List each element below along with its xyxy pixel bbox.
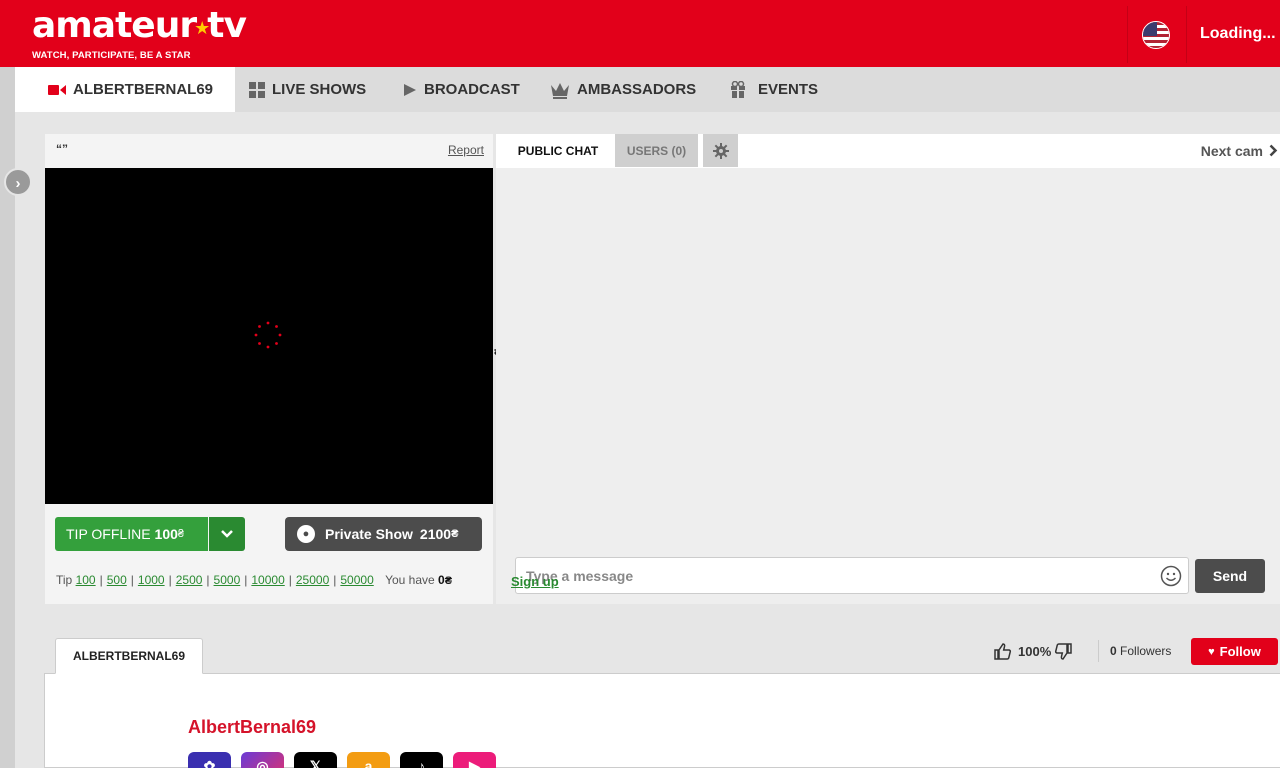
quick-tip-row: Tip 100 | 500 | 1000 | 2500 | 5000 | 10000 | 25000 | 5…	[56, 573, 453, 587]
quick-tip-link[interactable]: 1000	[138, 573, 165, 587]
coin-icon: ₴	[444, 575, 453, 587]
tip-panel: TIP OFFLINE 100 ₴ ● Private Show 2100 ₴ Ti…	[45, 504, 493, 604]
tip-dropdown-button[interactable]	[209, 517, 245, 551]
video-camera-icon	[48, 84, 66, 96]
followers-number: 0	[1110, 644, 1117, 658]
header-divider	[1127, 6, 1128, 63]
next-cam-button[interactable]: Next cam	[1201, 134, 1280, 167]
tip-prefix: Tip	[56, 573, 73, 587]
nav-item-live-shows[interactable]: LIVE SHOWS	[249, 67, 366, 112]
chevron-right-icon	[1269, 144, 1278, 157]
follow-label: Follow	[1219, 644, 1261, 659]
main-nav: ALBERTBERNAL69 LIVE SHOWS BROADCAST AMBA…	[15, 67, 1280, 112]
tab-public-chat[interactable]: PUBLIC CHAT	[506, 134, 610, 167]
nav-item-label: EVENTS	[758, 81, 819, 98]
nav-item-label: ALBERTBERNAL69	[73, 81, 214, 98]
quick-tip-link[interactable]: 100	[76, 573, 96, 587]
balance-label: You have	[385, 573, 435, 587]
chat-settings-button[interactable]	[703, 134, 738, 167]
tip-amount: 100	[154, 526, 178, 542]
video-player[interactable]	[45, 168, 493, 504]
balance-value: 0	[438, 573, 445, 587]
rating-value: 100%	[1018, 643, 1052, 659]
nav-item-broadcast[interactable]: BROADCAST	[403, 67, 520, 112]
settings-icon[interactable]: ✿	[188, 752, 231, 768]
followers-count: 0 Followers	[1110, 644, 1171, 658]
heart-icon: ♥	[1208, 645, 1215, 658]
logo-text-tv: tv	[207, 5, 247, 46]
social-links: ✿ ◎ 𝕏 a ♪ ▶	[188, 752, 496, 768]
us-flag-icon[interactable]	[1142, 21, 1170, 49]
coin-icon: ₴	[451, 528, 459, 540]
instagram-icon[interactable]: ◎	[241, 752, 284, 768]
tiktok-icon[interactable]: ♪	[400, 752, 443, 768]
quick-tip-link[interactable]: 500	[107, 573, 127, 587]
nav-item-events[interactable]: EVENTS	[730, 67, 818, 112]
tab-users[interactable]: USERS (0)	[615, 134, 698, 167]
followers-label: Followers	[1120, 644, 1172, 658]
nav-item-label: LIVE SHOWS	[272, 81, 367, 98]
nav-item-label: BROADCAST	[424, 81, 520, 98]
user-loading-text[interactable]: Loading...	[1200, 25, 1276, 43]
thumbs-down-icon[interactable]	[1054, 642, 1073, 661]
send-button[interactable]: Send	[1195, 559, 1265, 593]
chevron-down-icon	[221, 530, 233, 538]
x-icon[interactable]: 𝕏	[294, 752, 337, 768]
emoji-icon[interactable]	[1160, 565, 1182, 587]
nav-item-label: AMBASSADORS	[577, 81, 697, 98]
chevron-right-icon[interactable]: ›	[4, 168, 32, 196]
quick-tip-link[interactable]: 25000	[296, 573, 329, 587]
profile-name: AlbertBernal69	[188, 717, 317, 737]
logo-text: amateur	[32, 5, 197, 46]
report-link[interactable]: Report	[448, 143, 484, 157]
chat-messages-area: Type a message Send	[496, 168, 1280, 604]
private-chat-icon: ●	[297, 525, 315, 543]
coin-icon: ₴	[177, 528, 185, 540]
private-show-label: Private Show	[325, 526, 413, 542]
stream-title: “”	[56, 142, 68, 156]
loading-spinner-icon	[254, 321, 282, 349]
chat-tabs: PUBLIC CHAT USERS (0) Next cam	[496, 134, 1280, 168]
private-show-amount: 2100	[419, 526, 452, 542]
star-icon: ★	[194, 18, 210, 39]
video-header: “” Report	[45, 134, 493, 168]
header-divider	[1186, 6, 1187, 63]
thumbs-up-icon[interactable]	[993, 642, 1012, 661]
divider	[1098, 640, 1099, 662]
quick-tip-link[interactable]: 50000	[340, 573, 373, 587]
tip-button[interactable]: TIP OFFLINE 100 ₴	[55, 517, 208, 551]
nav-item-ambassadors[interactable]: AMBASSADORS	[550, 67, 696, 112]
rating: 100%	[993, 639, 1073, 663]
quick-tip-link[interactable]: 2500	[176, 573, 203, 587]
tab-profile[interactable]: ALBERTBERNAL69	[55, 638, 203, 674]
next-cam-label: Next cam	[1200, 142, 1263, 159]
crown-icon	[550, 81, 570, 99]
quick-tip-link[interactable]: 10000	[251, 573, 284, 587]
follow-button[interactable]: ♥ Follow	[1191, 638, 1278, 665]
gift-icon	[730, 81, 746, 98]
logo-tagline: WATCH, PARTICIPATE, BE A STAR	[32, 50, 191, 61]
private-show-button[interactable]: ● Private Show 2100 ₴	[285, 517, 482, 551]
signup-link[interactable]: Sign up	[511, 574, 559, 589]
nav-item-profile[interactable]: ALBERTBERNAL69	[15, 67, 235, 112]
chat-input[interactable]: Type a message	[515, 557, 1189, 594]
gear-icon	[712, 142, 729, 159]
onlyfans-icon[interactable]: ▶	[453, 752, 496, 768]
grid-icon	[249, 81, 265, 98]
amazon-icon[interactable]: a	[347, 752, 390, 768]
header: amateur★tv WATCH, PARTICIPATE, BE A STAR…	[0, 0, 1280, 67]
quick-tip-link[interactable]: 5000	[214, 573, 241, 587]
play-icon	[403, 83, 417, 97]
logo[interactable]: amateur★tv WATCH, PARTICIPATE, BE A STAR	[32, 5, 247, 62]
tip-button-label: TIP OFFLINE	[66, 526, 151, 542]
